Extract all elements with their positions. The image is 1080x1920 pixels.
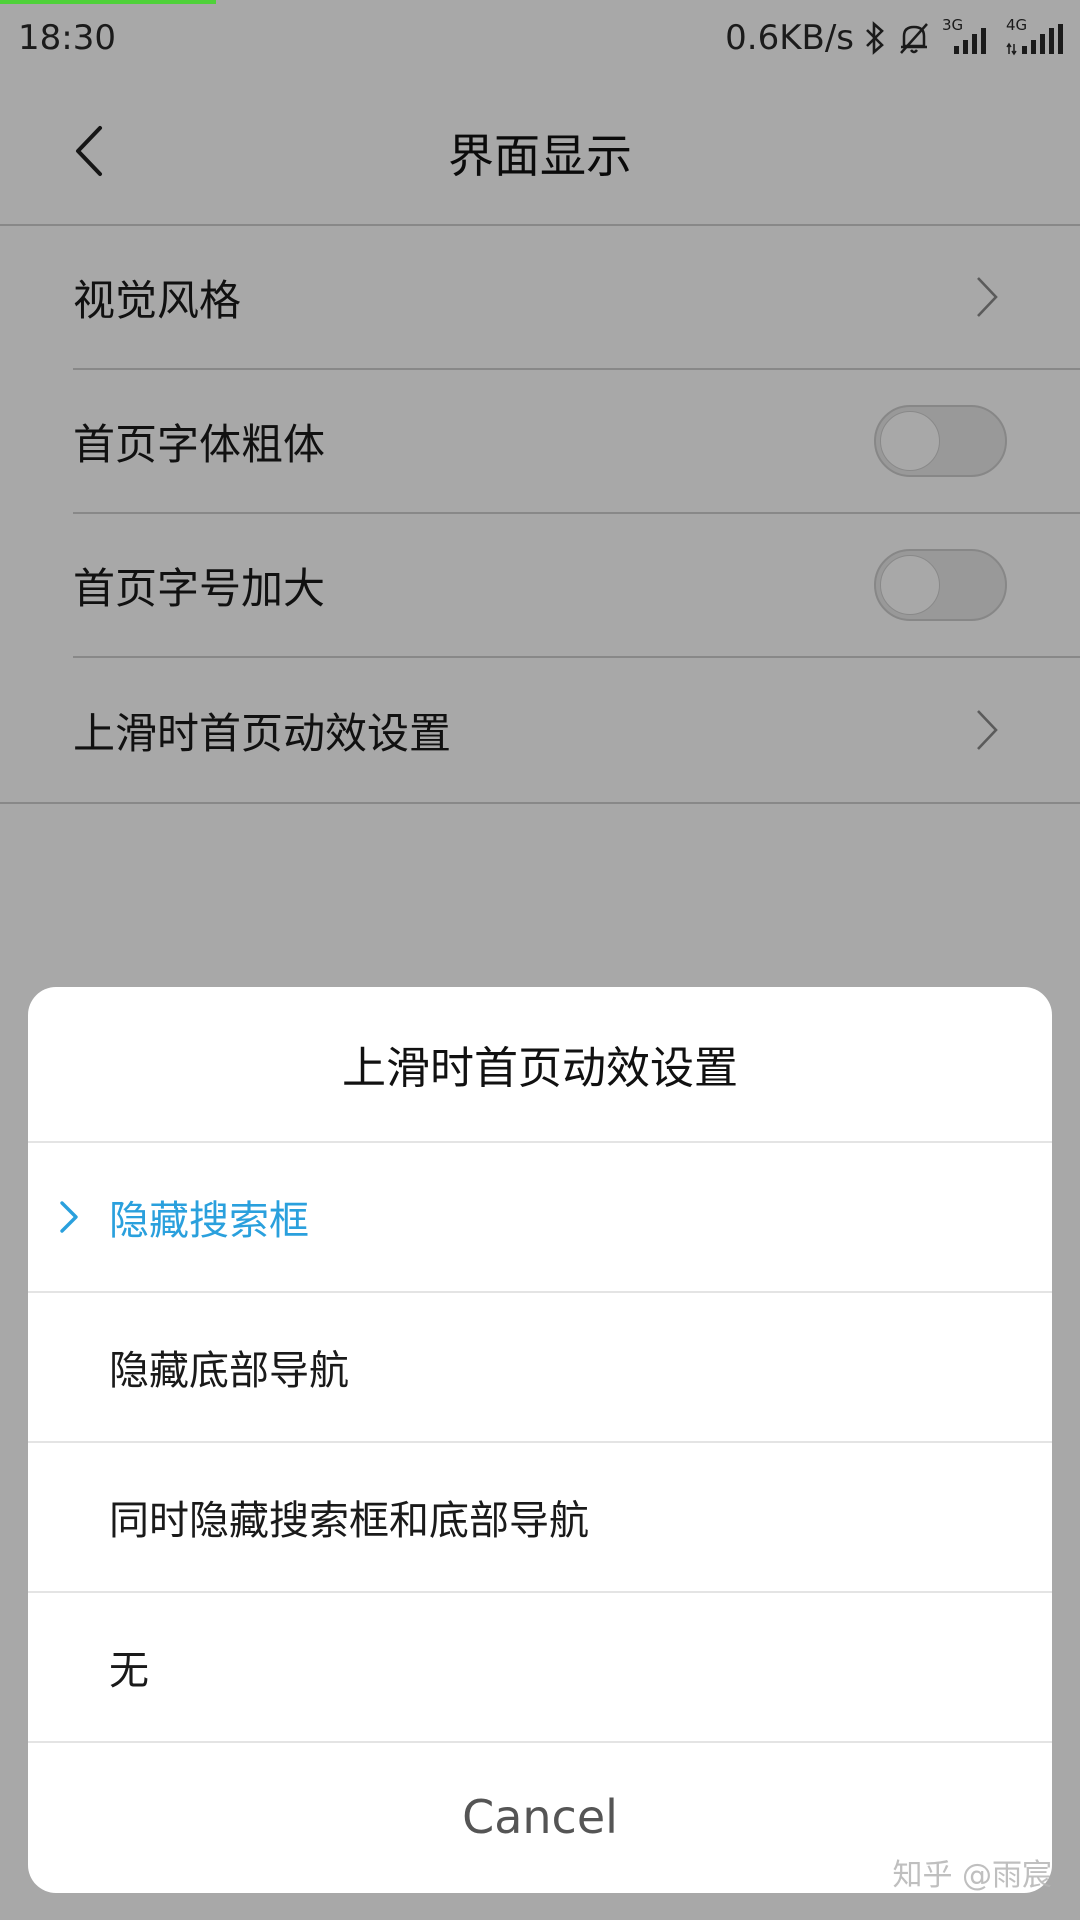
watermark: 知乎 @雨宸 bbox=[892, 1858, 1052, 1893]
option-hide-search-box[interactable]: 隐藏搜索框 bbox=[28, 1143, 1052, 1293]
dialog-title: 上滑时首页动效设置 bbox=[28, 987, 1052, 1143]
selected-chevron-icon bbox=[60, 1201, 78, 1233]
option-label: 隐藏搜索框 bbox=[109, 1198, 309, 1244]
option-none[interactable]: 无 bbox=[28, 1593, 1052, 1743]
option-hide-both[interactable]: 同时隐藏搜索框和底部导航 bbox=[28, 1443, 1052, 1593]
page-load-progress bbox=[0, 0, 216, 4]
option-label: 无 bbox=[109, 1648, 149, 1694]
option-hide-bottom-nav[interactable]: 隐藏底部导航 bbox=[28, 1293, 1052, 1443]
scroll-animation-dialog: 上滑时首页动效设置 隐藏搜索框 隐藏底部导航 同时隐藏搜索框和底部导航 无 Ca… bbox=[28, 987, 1052, 1893]
option-label: 同时隐藏搜索框和底部导航 bbox=[109, 1498, 589, 1544]
option-label: 隐藏底部导航 bbox=[109, 1348, 349, 1394]
